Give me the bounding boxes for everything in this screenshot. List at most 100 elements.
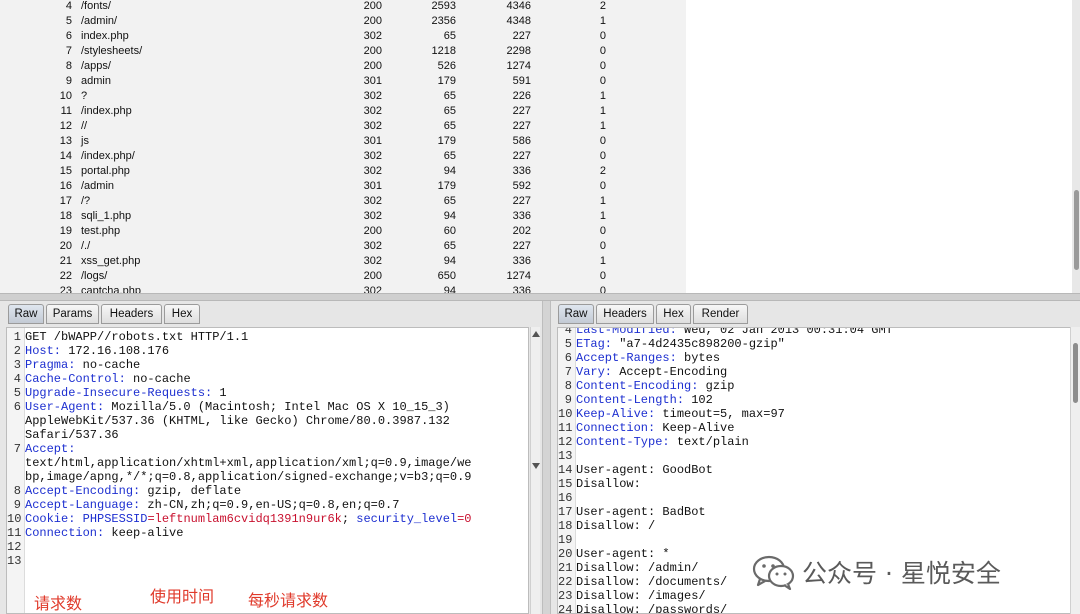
code-line: 9 Accept-Language: zh-CN,zh;q=0.9,en-US;q… (7, 498, 528, 512)
code-line: 19 (558, 533, 1079, 547)
code-line: 5 Upgrade-Insecure-Requests: 1 (7, 386, 528, 400)
results-scroll-thumb[interactable] (1074, 190, 1079, 270)
row-number: 19 (59, 225, 72, 237)
line-segment: 172.16.108.176 (61, 344, 170, 358)
line-text: User-agent: * (576, 547, 670, 561)
row-lines: 1 (599, 105, 606, 117)
scroll-down-arrow-icon[interactable] (532, 463, 540, 469)
table-row[interactable]: 23 captcha.php 302 94 336 0 (0, 284, 686, 293)
line-number: 22 (558, 575, 573, 589)
request-editor[interactable]: 1 GET /bWAPP//robots.txt HTTP/1.1 2 Host: 1… (6, 327, 529, 614)
row-status: 302 (363, 30, 382, 42)
row-payload: /fonts/ (81, 0, 111, 12)
line-text: Last-Modified: Wed, 02 Jan 2013 00:31:04… (576, 328, 893, 337)
table-row[interactable]: 5/admin/200 2356 4348 1 (0, 14, 686, 29)
response-tab-raw[interactable]: Raw (558, 304, 594, 324)
row-payload: captcha.php (81, 285, 141, 293)
code-line: 3 Pragma: no-cache (7, 358, 528, 372)
split-divider[interactable] (0, 293, 1080, 301)
request-tab-raw[interactable]: Raw (8, 304, 44, 324)
annotation-requests: 请求数 (34, 594, 83, 613)
row-status: 200 (363, 15, 382, 27)
pane-splitter[interactable] (542, 301, 551, 614)
table-row[interactable]: 13 js 301 179 586 0 (0, 134, 686, 149)
table-row[interactable]: 18 sqli_1.php 302 94 336 1 (0, 209, 686, 224)
line-number: 18 (558, 519, 573, 533)
line-segment: Disallow: / (576, 519, 656, 533)
row-status: 302 (363, 240, 382, 252)
table-row[interactable]: 15 portal.php 302 94 336 2 (0, 164, 686, 179)
response-tab-headers[interactable]: Headers (596, 304, 654, 324)
row-status: 200 (363, 0, 382, 12)
table-row[interactable]: 7/stylesheets/200 1218 2298 0 (0, 44, 686, 59)
table-row[interactable]: 14/index.php/302 65 227 0 (0, 149, 686, 164)
line-number: 21 (558, 561, 573, 575)
table-row[interactable]: 9 admin 301 179 591 0 (0, 74, 686, 89)
table-row[interactable]: 17 /? 302 65 227 1 (0, 194, 686, 209)
line-text: User-Agent: Mozilla/5.0 (Macintosh; Inte… (25, 400, 450, 414)
row-payload: /? (81, 195, 91, 207)
row-length: 94 (443, 210, 456, 222)
response-scroll-thumb[interactable] (1073, 343, 1078, 403)
line-text: Content-Encoding: gzip (576, 379, 734, 393)
table-row[interactable]: 4/fonts/200 2593 4346 2 (0, 0, 686, 14)
row-words: 227 (512, 105, 531, 117)
code-line: 11 Connection: keep-alive (7, 526, 528, 540)
code-line: 14 User-agent: GoodBot (558, 463, 1079, 477)
results-table: 4/fonts/200 2593 4346 2 5/admin/200 2356 4348 1… (0, 0, 686, 293)
table-row[interactable]: 22/logs/200 650 1274 0 (0, 269, 686, 284)
response-tab-render[interactable]: Render (693, 304, 748, 324)
response-tab-hex[interactable]: Hex (656, 304, 691, 324)
request-tab-headers[interactable]: Headers (101, 304, 162, 324)
table-row[interactable]: 21 xss_get.php 302 94 336 1 (0, 254, 686, 269)
row-status: 200 (363, 225, 382, 237)
table-row[interactable]: 19 test.php 200 60 202 0 (0, 224, 686, 239)
response-scrollbar[interactable] (1070, 327, 1080, 614)
line-number: 9 (564, 393, 572, 407)
line-segment: Accept: (25, 442, 76, 456)
row-lines: 0 (599, 180, 606, 192)
row-length: 65 (443, 240, 456, 252)
table-row[interactable]: 11/index.php 302 65 227 1 (0, 104, 686, 119)
line-number: 5 (564, 337, 572, 351)
line-text: Disallow: /documents/ (576, 575, 727, 589)
row-length: 65 (443, 195, 456, 207)
row-status: 302 (363, 90, 382, 102)
row-number: 10 (59, 90, 72, 102)
table-row[interactable]: 10? 302 65 226 1 (0, 89, 686, 104)
row-length: 2356 (431, 15, 456, 27)
line-text: Disallow: /admin/ (576, 561, 698, 575)
row-length: 65 (443, 30, 456, 42)
row-lines: 0 (599, 150, 606, 162)
line-segment: Cache-Control: (25, 372, 126, 386)
table-row[interactable]: 8/apps/200 526 1274 0 (0, 59, 686, 74)
request-scrollbar[interactable] (530, 327, 540, 614)
line-number: 2 (13, 344, 21, 358)
code-line: 6 Accept-Ranges: bytes (558, 351, 1079, 365)
line-segment: Accept-Encoding (612, 365, 728, 379)
table-row[interactable]: 16/admin 301 179 592 0 (0, 179, 686, 194)
table-row[interactable]: 6 index.php 302 65 227 0 (0, 29, 686, 44)
code-line: bp,image/apng,*/*;q=0.8,application/sign… (7, 470, 528, 484)
scroll-up-arrow-icon[interactable] (532, 331, 540, 337)
line-number: 19 (558, 533, 573, 547)
line-number: 10 (558, 407, 573, 421)
line-segment (75, 512, 82, 526)
line-segment: =0 (457, 512, 472, 526)
row-status: 200 (363, 60, 382, 72)
line-text: Upgrade-Insecure-Requests: 1 (25, 386, 227, 400)
row-status: 301 (363, 75, 382, 87)
row-payload: test.php (81, 225, 121, 237)
code-line: 24 Disallow: /passwords/ (558, 603, 1079, 613)
request-tab-hex[interactable]: Hex (164, 304, 200, 324)
line-number: 12 (7, 540, 22, 554)
line-segment: Connection: (25, 526, 105, 540)
line-text: Accept-Encoding: gzip, deflate (25, 484, 241, 498)
request-tab-params[interactable]: Params (46, 304, 99, 324)
line-segment: User-agent: GoodBot (576, 463, 713, 477)
table-row[interactable]: 20 /./ 302 65 227 0 (0, 239, 686, 254)
table-row[interactable]: 12 // 302 65 227 1 (0, 119, 686, 134)
row-length: 94 (443, 165, 456, 177)
code-line: 10 Keep-Alive: timeout=5, max=97 (558, 407, 1079, 421)
row-number: 9 (65, 75, 72, 87)
